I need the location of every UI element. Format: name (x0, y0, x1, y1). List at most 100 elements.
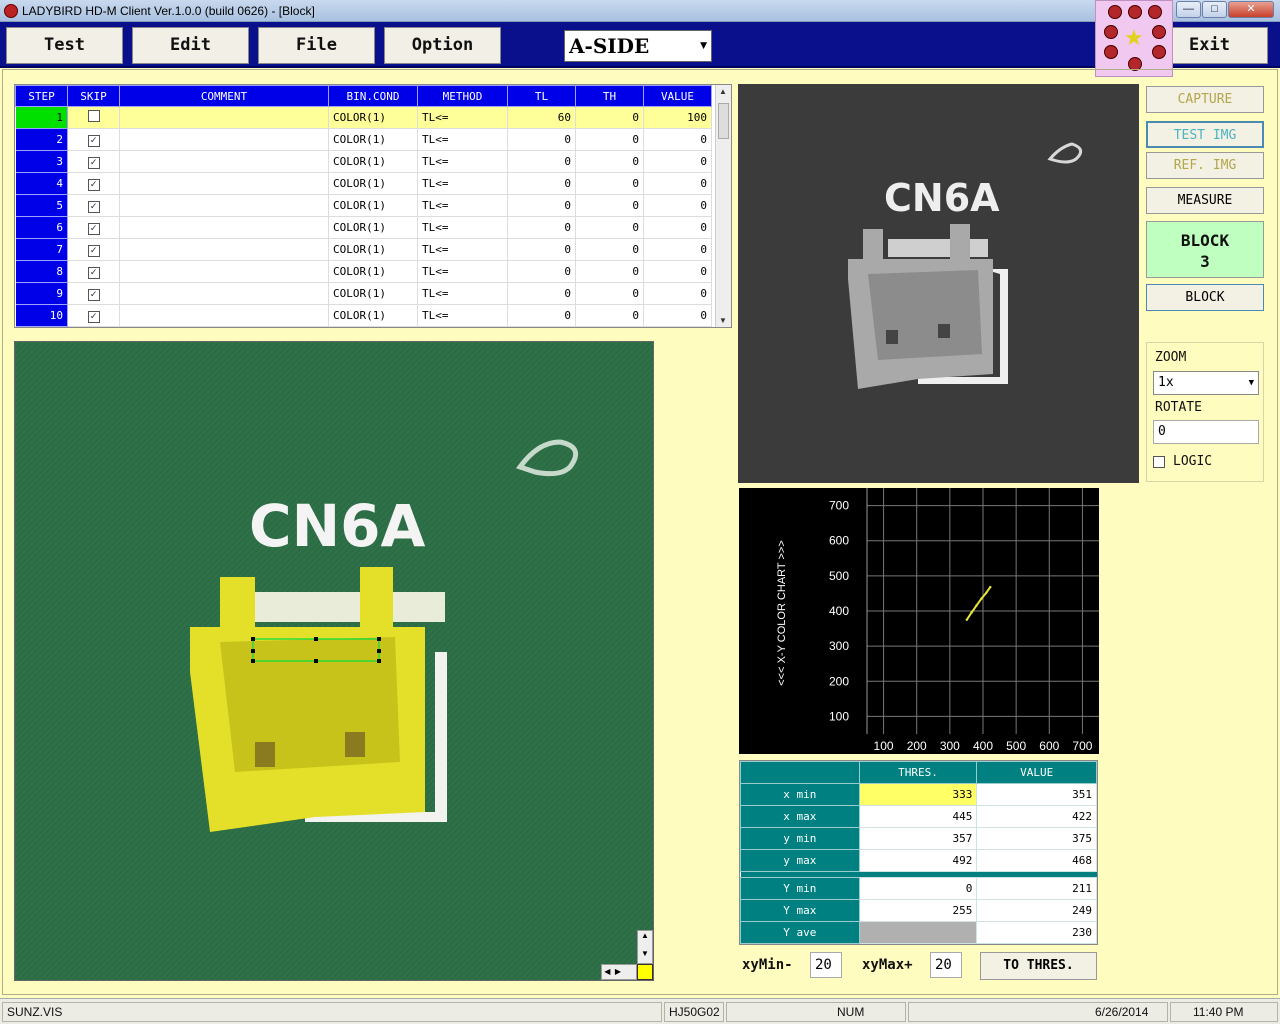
th-cell[interactable]: 0 (575, 194, 644, 217)
skip-cell[interactable]: ✓ (67, 282, 120, 305)
threshold-thres-cell[interactable]: 255 (858, 899, 978, 922)
method-cell[interactable]: TL<= (417, 260, 508, 283)
option-button[interactable]: Option (384, 27, 501, 64)
step-number[interactable]: 2 (15, 128, 68, 151)
value-cell[interactable]: 0 (643, 128, 712, 151)
value-cell[interactable]: 0 (643, 172, 712, 195)
column-header-comment[interactable]: COMMENT (119, 85, 329, 107)
step-row[interactable]: 2 ✓ COLOR(1) TL<= 0 0 0 (15, 128, 712, 151)
scroll-up-icon[interactable]: ▲ (719, 87, 727, 96)
method-cell[interactable]: TL<= (417, 304, 508, 327)
th-cell[interactable]: 0 (575, 260, 644, 283)
skip-checkbox[interactable]: ✓ (87, 200, 100, 213)
method-cell[interactable]: TL<= (417, 106, 508, 129)
bin-cond-cell[interactable]: COLOR(1) (328, 128, 418, 151)
skip-checkbox[interactable]: ✓ (87, 134, 100, 147)
step-number[interactable]: 6 (15, 216, 68, 239)
zoom-select[interactable]: 1x ▼ (1153, 371, 1259, 395)
to-thres-button[interactable]: TO THRES. (980, 952, 1097, 980)
value-cell[interactable]: 0 (643, 260, 712, 283)
mono-image-view[interactable]: CN6A (738, 84, 1139, 483)
bin-cond-cell[interactable]: COLOR(1) (328, 172, 418, 195)
bin-cond-cell[interactable]: COLOR(1) (328, 260, 418, 283)
skip-cell[interactable]: ✓ (67, 172, 120, 195)
th-cell[interactable]: 0 (575, 304, 644, 327)
th-cell[interactable]: 0 (575, 128, 644, 151)
scroll-down-icon[interactable]: ▼ (719, 316, 727, 325)
comment-cell[interactable] (119, 194, 329, 217)
step-number[interactable]: 5 (15, 194, 68, 217)
bin-cond-cell[interactable]: COLOR(1) (328, 304, 418, 327)
value-cell[interactable]: 0 (643, 304, 712, 327)
comment-cell[interactable] (119, 150, 329, 173)
comment-cell[interactable] (119, 238, 329, 261)
tl-cell[interactable]: 0 (507, 282, 576, 305)
value-cell[interactable]: 0 (643, 150, 712, 173)
threshold-thres-cell[interactable]: 445 (858, 805, 978, 828)
value-cell[interactable]: 100 (643, 106, 712, 129)
comment-cell[interactable] (119, 128, 329, 151)
capture-button[interactable]: CAPTURE (1146, 86, 1264, 113)
bin-cond-cell[interactable]: COLOR(1) (328, 216, 418, 239)
tl-cell[interactable]: 0 (507, 216, 576, 239)
column-header-tl[interactable]: TL (507, 85, 576, 107)
block-button[interactable]: BLOCK (1146, 284, 1264, 311)
step-number[interactable]: 4 (15, 172, 68, 195)
tl-cell[interactable]: 0 (507, 304, 576, 327)
threshold-thres-cell[interactable]: 333 (858, 783, 978, 806)
tl-cell[interactable]: 0 (507, 172, 576, 195)
skip-checkbox[interactable]: ✓ (87, 288, 100, 301)
step-number[interactable]: 3 (15, 150, 68, 173)
column-header-value[interactable]: VALUE (643, 85, 712, 107)
step-row[interactable]: 5 ✓ COLOR(1) TL<= 0 0 0 (15, 194, 712, 217)
comment-cell[interactable] (119, 260, 329, 283)
tl-cell[interactable]: 0 (507, 128, 576, 151)
skip-checkbox[interactable] (87, 110, 100, 122)
skip-cell[interactable]: ✓ (67, 194, 120, 217)
method-cell[interactable]: TL<= (417, 216, 508, 239)
comment-cell[interactable] (119, 304, 329, 327)
tl-cell[interactable]: 60 (507, 106, 576, 129)
skip-cell[interactable]: ✓ (67, 150, 120, 173)
step-row[interactable]: 6 ✓ COLOR(1) TL<= 0 0 0 (15, 216, 712, 239)
threshold-thres-cell[interactable] (858, 921, 978, 944)
minimize-button[interactable]: — (1176, 1, 1201, 18)
measure-button[interactable]: MEASURE (1146, 187, 1264, 214)
side-select[interactable]: A-SIDE ▼ (564, 30, 712, 62)
tl-cell[interactable]: 0 (507, 194, 576, 217)
value-cell[interactable]: 0 (643, 216, 712, 239)
step-row[interactable]: 3 ✓ COLOR(1) TL<= 0 0 0 (15, 150, 712, 173)
bin-cond-cell[interactable]: COLOR(1) (328, 150, 418, 173)
comment-cell[interactable] (119, 216, 329, 239)
step-number[interactable]: 7 (15, 238, 68, 261)
logic-checkbox[interactable] (1153, 456, 1165, 468)
scroll-thumb[interactable] (718, 103, 729, 139)
file-button[interactable]: File (258, 27, 375, 64)
maximize-button[interactable]: □ (1202, 1, 1227, 18)
comment-cell[interactable] (119, 106, 329, 129)
th-cell[interactable]: 0 (575, 282, 644, 305)
value-cell[interactable]: 0 (643, 194, 712, 217)
value-cell[interactable]: 0 (643, 282, 712, 305)
skip-cell[interactable]: ✓ (67, 260, 120, 283)
skip-cell[interactable] (67, 106, 120, 129)
tl-cell[interactable]: 0 (507, 260, 576, 283)
method-cell[interactable]: TL<= (417, 172, 508, 195)
step-row[interactable]: 10 ✓ COLOR(1) TL<= 0 0 0 (15, 304, 712, 327)
color-image-view[interactable]: CN6A ▲ ▼ ◀ ▶ (14, 341, 654, 981)
method-cell[interactable]: TL<= (417, 150, 508, 173)
th-cell[interactable]: 0 (575, 216, 644, 239)
column-header-skip[interactable]: SKIP (67, 85, 120, 107)
step-number[interactable]: 8 (15, 260, 68, 283)
step-number[interactable]: 9 (15, 282, 68, 305)
rotate-input[interactable]: 0 (1153, 420, 1259, 444)
skip-checkbox[interactable]: ✓ (87, 222, 100, 235)
skip-checkbox[interactable]: ✓ (87, 178, 100, 191)
th-cell[interactable]: 0 (575, 150, 644, 173)
skip-checkbox[interactable]: ✓ (87, 266, 100, 279)
step-row[interactable]: 8 ✓ COLOR(1) TL<= 0 0 0 (15, 260, 712, 283)
skip-checkbox[interactable]: ✓ (87, 310, 100, 323)
ref-img-button[interactable]: REF. IMG (1146, 152, 1264, 179)
skip-cell[interactable]: ✓ (67, 238, 120, 261)
threshold-thres-cell[interactable]: 0 (858, 877, 978, 900)
